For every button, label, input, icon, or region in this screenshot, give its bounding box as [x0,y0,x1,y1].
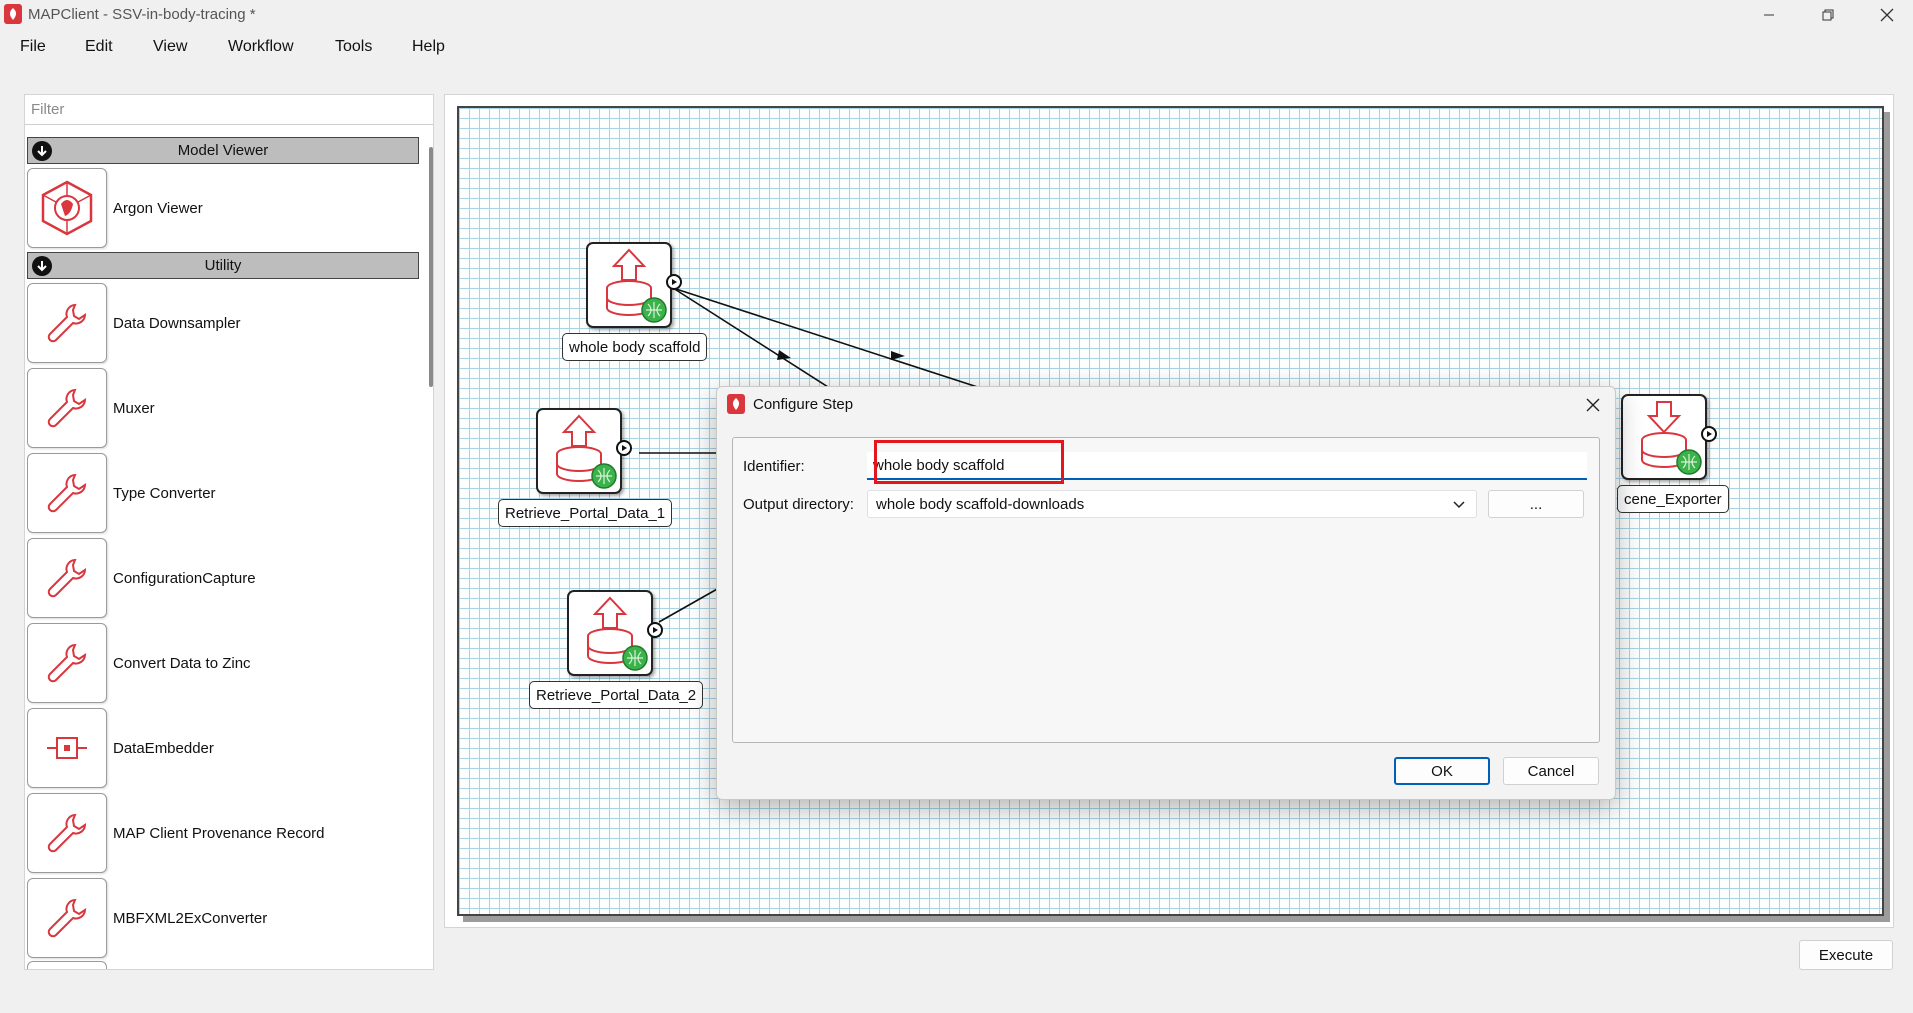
plugin-provenance-record[interactable]: MAP Client Provenance Record [27,792,419,874]
node-label: whole body scaffold [562,333,708,361]
close-icon[interactable] [1581,393,1605,417]
wrench-icon [27,368,107,448]
node-label: Retrieve_Portal_Data_1 [498,499,673,527]
plugin-partial-thumb [27,961,107,969]
embedder-icon [27,708,107,788]
plugin-data-downsampler[interactable]: Data Downsampler [27,282,419,364]
connection-line[interactable] [658,587,720,623]
collapse-arrow-icon [32,141,52,161]
group-header-label: Utility [204,257,242,274]
output-port-icon[interactable] [1701,426,1717,442]
dialog-title: Configure Step [753,396,854,413]
node-label: cene_Exporter [1617,485,1729,513]
connection-arrow-icon [891,351,905,360]
menu-help[interactable]: Help [412,34,445,60]
wrench-icon [27,453,107,533]
plugin-convert-data-to-zinc[interactable]: Convert Data to Zinc [27,622,419,704]
plugin-argon-viewer[interactable]: Argon Viewer [27,167,419,249]
plugin-label: Argon Viewer [113,199,203,217]
plugin-label: Muxer [113,399,155,417]
node-label: Retrieve_Portal_Data_2 [529,681,704,709]
plugin-type-converter[interactable]: Type Converter [27,452,419,534]
ok-button[interactable]: OK [1394,757,1490,785]
identifier-label: Identifier: [743,458,805,475]
step-palette: Model Viewer Argon Viewer Utility Data D… [24,94,434,970]
group-header-model-viewer[interactable]: Model Viewer [27,137,419,164]
collapse-arrow-icon [32,256,52,276]
plugin-mbfxml2ex-converter[interactable]: MBFXML2ExConverter [27,877,419,959]
connection-line[interactable] [672,287,1000,395]
menu-file[interactable]: File [20,34,46,60]
output-port-icon[interactable] [666,274,682,290]
plugin-label: Type Converter [113,484,216,502]
wrench-icon [27,283,107,363]
configure-step-dialog: Configure Step Identifier: Output direct… [716,386,1616,800]
connection-arrow-icon [777,350,791,360]
upload-database-icon [536,408,622,494]
plugin-label: MAP Client Provenance Record [113,824,325,842]
plugin-data-embedder[interactable]: DataEmbedder [27,707,419,789]
group-header-utility[interactable]: Utility [27,252,419,279]
plugin-label: ConfigurationCapture [113,569,256,587]
config-group: Identifier: Output directory: whole body… [732,437,1600,743]
close-window-icon[interactable] [1864,0,1910,30]
output-directory-value: whole body scaffold-downloads [876,495,1085,513]
wrench-icon [27,623,107,703]
wrench-icon [27,878,107,958]
menu-workflow[interactable]: Workflow [228,34,294,60]
plugin-muxer[interactable]: Muxer [27,367,419,449]
menu-edit[interactable]: Edit [85,34,113,60]
identifier-input[interactable] [867,452,1587,480]
restore-icon[interactable] [1805,0,1851,30]
wrench-icon [27,538,107,618]
output-directory-label: Output directory: [743,496,854,513]
app-logo-icon [4,4,22,24]
window-title: MAPClient - SSV-in-body-tracing * [28,6,256,23]
upload-database-icon [567,590,653,676]
palette-scrollbar[interactable] [429,147,433,387]
output-port-icon[interactable] [647,622,663,638]
plugin-configuration-capture[interactable]: ConfigurationCapture [27,537,419,619]
download-database-icon [1621,394,1707,480]
execute-button[interactable]: Execute [1799,940,1893,970]
plugin-label: Convert Data to Zinc [113,654,251,672]
cancel-button[interactable]: Cancel [1503,757,1599,785]
app-logo-icon [727,394,745,414]
menu-tools[interactable]: Tools [335,34,372,60]
filter-input[interactable] [25,95,433,125]
title-bar: MAPClient - SSV-in-body-tracing * [0,0,1913,30]
argon-viewer-icon [27,168,107,248]
output-port-icon[interactable] [616,440,632,456]
plugin-label: MBFXML2ExConverter [113,909,268,927]
plugin-label: Data Downsampler [113,314,241,332]
upload-database-icon [586,242,672,328]
browse-button[interactable]: ... [1488,490,1584,518]
chevron-down-icon [1453,501,1465,509]
menu-view[interactable]: View [153,34,187,60]
wrench-icon [27,793,107,873]
plugin-label: DataEmbedder [113,739,214,757]
output-directory-select[interactable]: whole body scaffold-downloads [867,490,1477,518]
group-header-label: Model Viewer [177,142,269,159]
minimize-icon[interactable] [1746,0,1792,30]
